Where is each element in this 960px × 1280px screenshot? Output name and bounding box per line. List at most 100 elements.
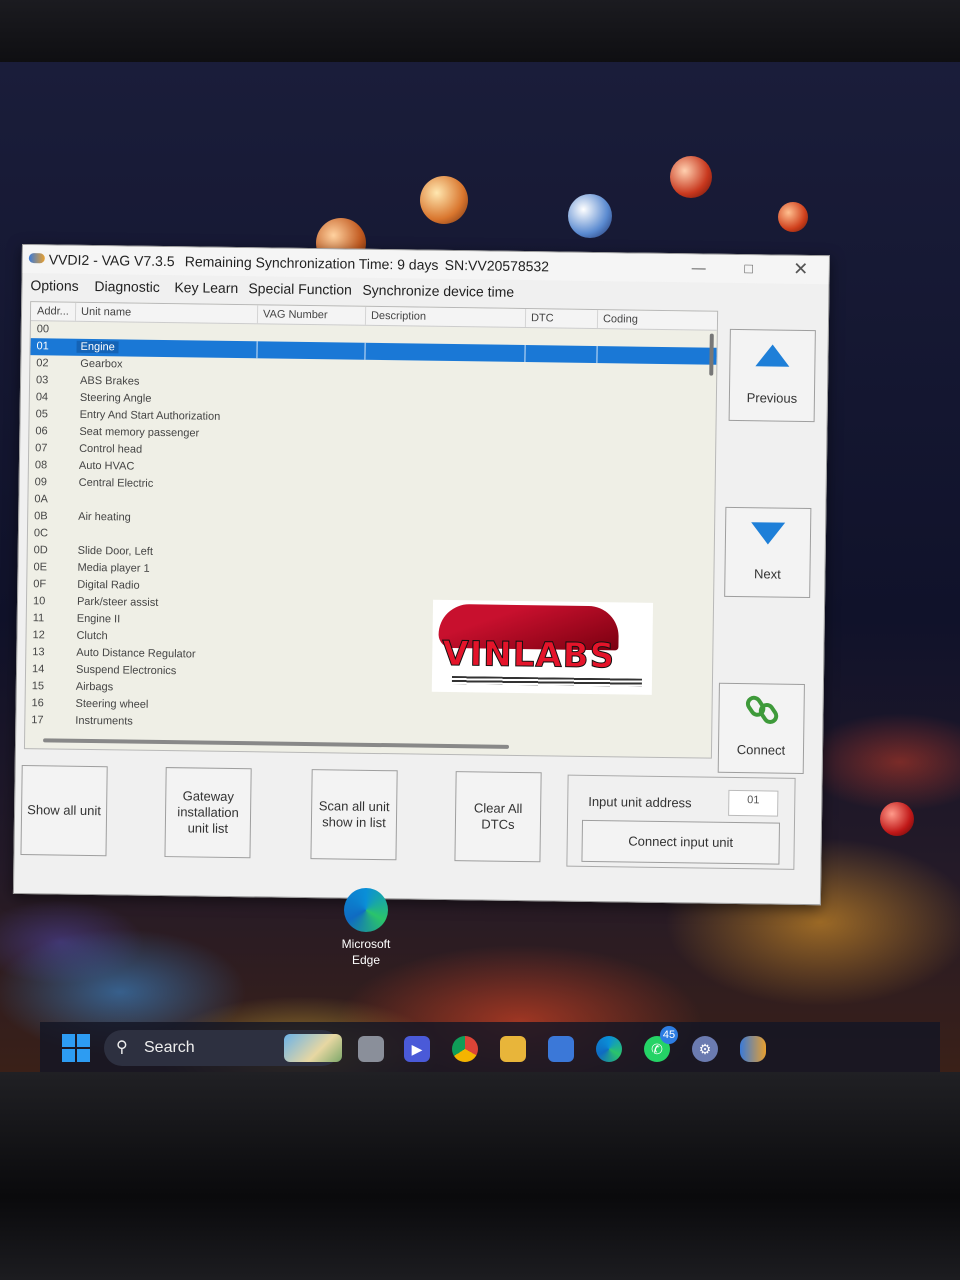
row-unit-name: Auto HVAC [78,459,135,473]
wallpaper-ball [420,176,468,224]
task-view-icon[interactable] [358,1036,384,1062]
row-address: 0C [33,527,49,540]
row-address: 08 [34,459,48,472]
row-address: 07 [35,442,48,455]
row-address: 0A [34,493,48,506]
input-unit-label: Input unit address [588,793,692,811]
clear-all-dtcs-button[interactable]: Clear All DTCs [454,771,542,863]
row-address: 14 [31,663,45,676]
gateway-installation-list-button[interactable]: Gateway installation unit list [164,767,252,859]
row-address: 0D [33,544,48,557]
row-address: 15 [31,680,45,693]
col-dtc[interactable]: DTC [531,312,554,324]
vvdi2-window: VVDI2 - VAG V7.3.5 Remaining Synchroniza… [12,244,830,906]
col-vag-number[interactable]: VAG Number [263,308,328,321]
row-address: 16 [31,697,44,710]
row-unit-name: Air heating [78,510,131,524]
col-unit-name[interactable]: Unit name [81,306,131,319]
row-address: 0E [33,561,48,574]
row-address: 02 [36,357,49,370]
wallpaper-ball [568,194,612,238]
row-unit-name: Suspend Electronics [75,663,177,678]
row-unit-name: Digital Radio [77,578,140,592]
vertical-scrollbar[interactable] [709,333,714,376]
edge-icon [344,888,388,932]
row-unit-name: Auto Distance Regulator [76,646,196,661]
row-address: 13 [32,646,45,659]
next-label: Next [753,566,781,582]
row-unit-name: Steering Angle [79,391,152,405]
row-address: 01 [36,340,49,353]
desktop-edge-shortcut[interactable]: Microsoft Edge [336,888,396,968]
row-unit-name: ABS Brakes [80,374,140,388]
input-unit-group: Input unit address 01 Connect input unit [566,774,796,870]
row-unit-name: Central Electric [78,476,154,490]
col-description[interactable]: Description [371,310,426,323]
taskbar-search[interactable]: ⚲ Search [104,1030,342,1066]
windows-start-icon[interactable] [62,1034,90,1062]
row-unit-name: Media player 1 [77,561,150,575]
row-unit-name: Seat memory passenger [79,425,200,440]
chain-link-icon [745,695,779,724]
row-unit-name: Instruments [75,714,133,728]
col-address[interactable]: Addr... [37,305,69,317]
row-unit-name: Control head [79,442,143,456]
menu-options[interactable]: Options [30,277,78,294]
show-all-unit-button[interactable]: Show all unit [20,765,108,857]
search-label: Search [144,1039,195,1056]
row-unit-name: Steering wheel [75,697,149,711]
unit-address-input[interactable]: 01 [728,789,779,817]
menu-synchronize-time[interactable]: Synchronize device time [362,282,514,300]
vvdi2-taskbar-icon[interactable] [740,1036,766,1062]
microsoft-store-icon[interactable] [548,1036,574,1062]
row-unit-name: Clutch [76,629,108,643]
wallpaper-ball [880,802,914,836]
previous-button[interactable]: Previous [728,328,816,423]
wallpaper-ball [670,156,712,198]
close-icon[interactable]: ✕ [791,259,811,279]
scan-all-unit-button[interactable]: Scan all unit show in list [310,769,398,861]
connect-button[interactable]: Connect [717,682,805,774]
edge-taskbar-icon[interactable] [596,1036,622,1062]
row-address: 0F [33,578,47,591]
row-unit-name: Airbags [75,680,114,694]
menu-key-learn[interactable]: Key Learn [174,279,238,296]
row-address: 10 [32,595,46,608]
monitor-bezel-top [0,0,960,70]
menu-special-function[interactable]: Special Function [248,280,352,297]
minimize-icon[interactable]: — [689,258,709,276]
sync-status: Remaining Synchronization Time: 9 days [184,253,439,273]
settings-gear-icon[interactable]: ⚙ [692,1036,718,1062]
row-unit-name: Engine II [76,612,121,626]
row-unit-name: Entry And Start Authorization [79,408,221,423]
col-coding[interactable]: Coding [603,313,638,325]
row-unit-name: Park/steer assist [76,595,159,609]
row-address: 03 [36,374,49,387]
logo-text: VINLABS [442,633,616,677]
app-icon [28,253,45,264]
previous-label: Previous [746,390,798,406]
chrome-icon[interactable] [452,1036,478,1062]
row-address: 04 [35,391,49,404]
unit-list[interactable]: Addr... Unit name VAG Number Description… [23,301,719,759]
row-unit-name: Gearbox [80,357,123,371]
row-unit-name: Slide Door, Left [77,544,154,558]
maximize-icon[interactable]: □ [739,259,759,277]
arrow-down-icon [750,522,786,545]
whatsapp-unread-badge: 45 [660,1026,678,1044]
connect-label: Connect [736,742,786,758]
search-highlight-image [284,1034,342,1062]
taskbar: ⚲ Search ▶ ✆ 45 ⚙ [40,1022,940,1076]
row-address: 09 [34,476,48,489]
vinlabs-watermark-logo: VINLABS [431,599,654,695]
row-address: 17 [31,714,44,727]
next-button[interactable]: Next [724,506,812,599]
connect-input-unit-button[interactable]: Connect input unit [581,819,780,865]
horizontal-scrollbar[interactable] [43,738,510,749]
menu-diagnostic[interactable]: Diagnostic [94,278,160,295]
file-explorer-icon[interactable] [500,1036,526,1062]
row-address: 00 [36,323,50,336]
teams-meet-icon[interactable]: ▶ [404,1036,430,1062]
row-address: 06 [35,425,48,438]
row-unit-name: Engine [76,340,119,354]
